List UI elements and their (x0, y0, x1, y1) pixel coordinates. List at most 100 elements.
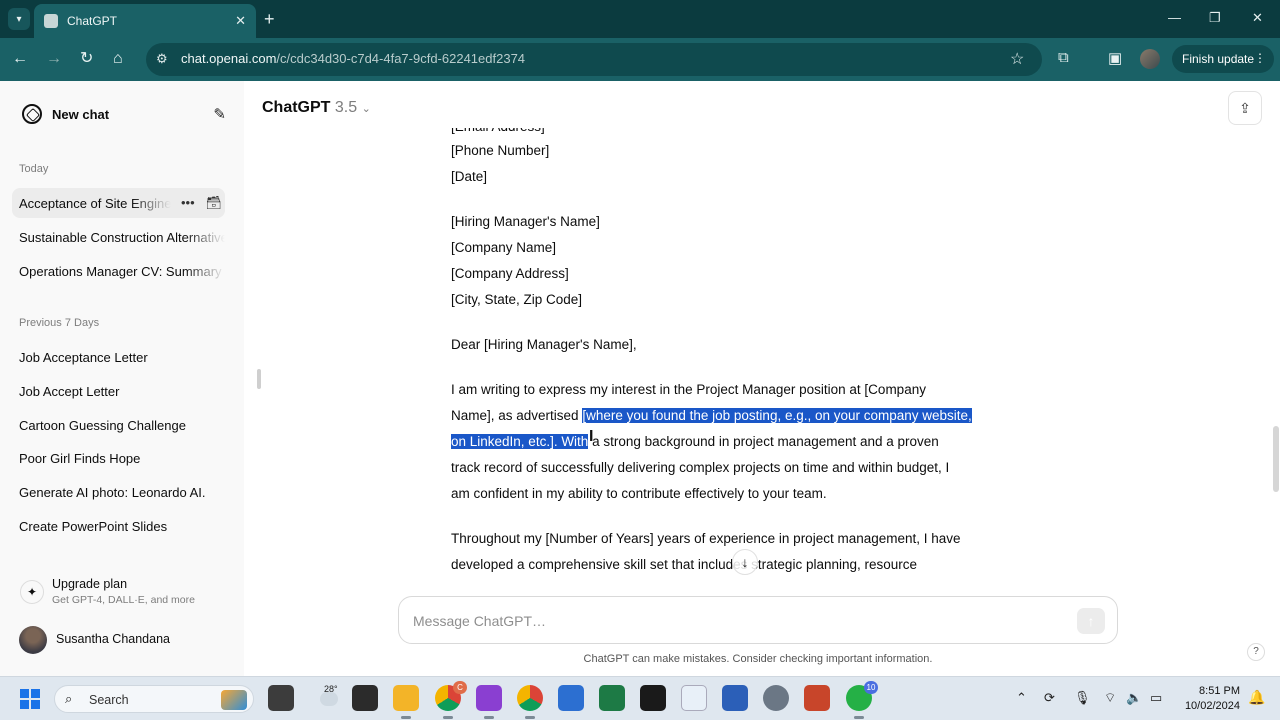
fade-overlay (185, 222, 225, 252)
message-line: [Phone Number] (451, 143, 550, 158)
finish-update-button[interactable]: Finish update ⋮ (1172, 45, 1274, 73)
upgrade-plan-button[interactable]: ✦ Upgrade plan Get GPT-4, DALL·E, and mo… (12, 573, 225, 611)
video-editor-icon[interactable] (476, 685, 502, 719)
acrobat-icon[interactable] (640, 685, 666, 711)
message-line: [Hiring Manager's Name] (451, 214, 600, 229)
chat-item-actions: ••• 🗃 (171, 188, 225, 218)
reload-icon[interactable]: ↻ (80, 49, 93, 69)
battery-icon[interactable]: ▭ (1150, 690, 1162, 706)
chat-item-label: Job Accept Letter (19, 384, 120, 399)
sidebar-chat-item[interactable]: Create PowerPoint Slides (12, 511, 225, 541)
taskbar-search[interactable]: ⌕ Search (54, 685, 254, 713)
clock-time: 8:51 PM (1199, 685, 1240, 697)
task-view-icon[interactable] (268, 685, 294, 711)
weather-icon (320, 692, 338, 706)
microphone-icon[interactable]: 🎙 (1074, 690, 1091, 706)
window-close-icon[interactable]: ✕ (1252, 10, 1263, 26)
sparkle-icon: ✦ (20, 580, 44, 604)
sidebar-chat-item[interactable]: Job Accept Letter (12, 376, 225, 406)
sync-icon[interactable]: ⟳ (1044, 690, 1055, 706)
powerpoint-icon[interactable] (804, 685, 830, 711)
url-path: /c/cdc34d30-c7d4-4fa7-9cfd-62241edf2374 (276, 51, 526, 66)
word-icon[interactable] (722, 685, 748, 711)
wifi-icon[interactable]: ⌔ (1104, 690, 1116, 706)
calculator-app-icon[interactable] (558, 685, 584, 711)
sidebar-chat-item[interactable]: Job Acceptance Letter (12, 342, 225, 372)
restore-icon[interactable]: ❐ (1209, 10, 1221, 26)
profile-avatar[interactable] (1140, 49, 1160, 69)
selected-text: [where you found the job posting, e.g., … (582, 408, 972, 423)
sidebar-chat-item[interactable]: Acceptance of Site Engineer ••• 🗃 (12, 188, 225, 218)
weather-widget[interactable]: 28° (316, 684, 346, 714)
home-icon[interactable]: ⌂ (113, 49, 123, 69)
share-icon[interactable]: ⇪ (1228, 91, 1262, 125)
message-line: am confident in my ability to contribute… (451, 486, 827, 501)
chevron-up-icon[interactable]: ⌃ (1016, 690, 1027, 706)
close-icon[interactable]: ✕ (235, 13, 246, 29)
chat-item-label: Create PowerPoint Slides (19, 519, 168, 534)
forward-icon[interactable]: → (46, 49, 62, 69)
message-composer: ↑ (398, 596, 1118, 644)
url-text[interactable]: chat.openai.com/c/cdc34d30-c7d4-4fa7-9cf… (181, 51, 525, 66)
sidebar-chat-item[interactable]: Sustainable Construction Alternatives (12, 222, 225, 252)
minimize-icon[interactable]: — (1168, 10, 1181, 25)
new-chat-button[interactable]: New chat ✎ (12, 97, 232, 131)
sidebar-chat-item[interactable]: Operations Manager CV: Summary (12, 256, 225, 286)
section-label-today: Today (19, 163, 49, 175)
star-icon[interactable]: ☆ (1010, 49, 1024, 69)
send-button[interactable]: ↑ (1077, 608, 1105, 634)
message-line: Name], as advertised [where you found th… (451, 403, 1031, 429)
excel-icon[interactable] (599, 685, 625, 711)
volume-icon[interactable]: 🔈 (1126, 690, 1142, 706)
chat-item-label: Generate AI photo: Leonardo AI. (19, 485, 206, 500)
scroll-down-icon[interactable]: ↓ (732, 549, 758, 575)
notepad-app-icon[interactable] (352, 685, 378, 711)
sidebar-chat-item[interactable]: Poor Girl Finds Hope (12, 443, 225, 473)
chrome-active-icon[interactable] (517, 685, 543, 719)
back-icon[interactable]: ← (12, 49, 28, 69)
search-highlight-icon (221, 690, 247, 710)
upgrade-title: Upgrade plan (52, 577, 128, 591)
selected-text: on LinkedIn, etc.]. With (451, 434, 589, 449)
chevron-down-icon: ⌄ (361, 103, 371, 115)
model-selector[interactable]: ChatGPT 3.5 ⌄ (262, 99, 371, 117)
sidebar-chat-item[interactable]: Generate AI photo: Leonardo AI. (12, 477, 225, 507)
archive-icon[interactable]: 🗃 (206, 195, 223, 210)
plus-icon[interactable]: + (264, 9, 275, 29)
notification-bell-icon[interactable]: 🔔 (1248, 689, 1265, 706)
windows-start-icon[interactable] (20, 689, 40, 709)
message-line: Dear [Hiring Manager's Name], (451, 337, 637, 352)
clipped-text: [Email Address] (451, 128, 545, 134)
message-input[interactable] (413, 609, 1053, 633)
file-explorer-icon[interactable] (393, 685, 419, 719)
help-icon[interactable]: ? (1247, 643, 1265, 661)
snipping-tool-icon[interactable] (681, 685, 707, 711)
taskbar: ⌕ Search 28° C 10 ⌃ ⟳ 🎙 ⌔ 🔈 ▭ 8:51 PM 10… (0, 676, 1280, 720)
settings-gear-icon[interactable] (763, 685, 789, 711)
whatsapp-badge: 10 (864, 681, 878, 694)
tab-list-icon[interactable]: ▾ (8, 8, 30, 30)
browser-tab[interactable]: ChatGPT ✕ (34, 4, 256, 38)
chat-item-label: Cartoon Guessing Challenge (19, 418, 186, 433)
taskbar-clock[interactable]: 8:51 PM 10/02/2024 (1180, 684, 1240, 714)
message-line: [City, State, Zip Code] (451, 292, 583, 307)
compose-icon[interactable]: ✎ (213, 105, 226, 123)
sidebar-chat-item[interactable]: Cartoon Guessing Challenge (12, 410, 225, 440)
whatsapp-icon[interactable]: 10 (846, 681, 878, 719)
user-menu[interactable]: Susantha Chandana (12, 624, 225, 656)
search-label: Search (89, 693, 129, 707)
sidebar-toggle-handle[interactable] (257, 369, 261, 389)
text-cursor-icon: I (589, 428, 594, 445)
kebab-icon[interactable]: ⋮ (1254, 51, 1266, 65)
site-settings-icon[interactable]: ⚙ (156, 51, 168, 67)
more-options-icon[interactable]: ••• (181, 195, 195, 210)
chat-item-label: Poor Girl Finds Hope (19, 451, 141, 466)
new-chat-label: New chat (52, 106, 110, 122)
extensions-icon[interactable]: ⧉ (1058, 49, 1069, 66)
sidepanel-icon[interactable]: ▣ (1108, 49, 1122, 67)
scrollbar[interactable] (1273, 426, 1279, 492)
message-line: track record of successfully delivering … (451, 460, 950, 475)
upgrade-subtitle: Get GPT-4, DALL·E, and more (52, 594, 195, 606)
message-text: a strong background in project managemen… (588, 434, 939, 449)
chrome-icon[interactable]: C (435, 681, 467, 719)
